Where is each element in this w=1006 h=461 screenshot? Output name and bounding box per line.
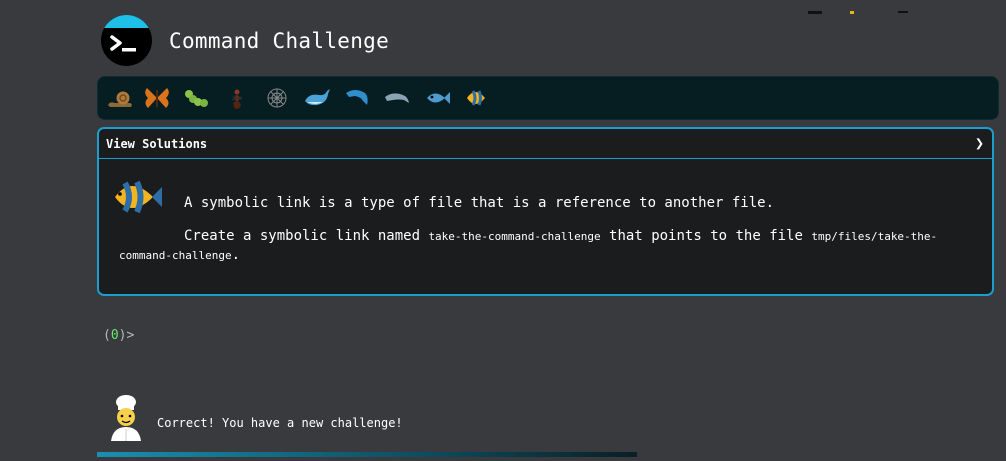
snail-icon[interactable] [106, 85, 134, 111]
task-text: that points to the file [600, 228, 812, 244]
dolphin-icon[interactable] [343, 85, 371, 111]
command-prompt[interactable]: (0)> [103, 328, 134, 343]
bottom-progress-bar [97, 452, 637, 457]
challenge-intro: A symbolic link is a type of file that i… [184, 195, 775, 211]
spider-web-icon[interactable] [263, 85, 291, 111]
caterpillar-icon[interactable] [183, 85, 211, 111]
challenge-progress-bar [97, 76, 999, 120]
ant-icon[interactable] [223, 85, 251, 111]
top-edge-fragment [808, 0, 928, 14]
fish-icon[interactable] [423, 85, 451, 111]
link-name: take-the-command-challenge [428, 230, 601, 243]
prompt-symbol: )> [118, 328, 135, 343]
prompt-paren: ( [103, 328, 111, 343]
app-logo[interactable] [101, 15, 152, 66]
view-solutions-label: View Solutions [106, 137, 208, 151]
challenge-card: View Solutions ❯ A symbolic link is a ty… [97, 127, 994, 296]
task-text: Create a symbolic link named [184, 228, 429, 244]
app-title: Command Challenge [169, 29, 390, 53]
whale-icon[interactable] [303, 85, 331, 111]
challenge-task: Create a symbolic link named take-the-co… [119, 227, 969, 265]
view-solutions-header[interactable]: View Solutions ❯ [99, 129, 992, 159]
tropical-fish-icon [115, 180, 162, 214]
task-text: . [231, 247, 241, 263]
dolphin-2-icon[interactable] [383, 85, 411, 111]
tropical-fish-icon[interactable] [463, 85, 491, 111]
chevron-right-icon[interactable]: ❯ [975, 134, 984, 152]
butterfly-icon[interactable] [143, 85, 171, 111]
chef-avatar-icon [111, 395, 141, 441]
prompt-count: 0 [110, 328, 119, 343]
feedback-message: Correct! You have a new challenge! [157, 416, 403, 430]
